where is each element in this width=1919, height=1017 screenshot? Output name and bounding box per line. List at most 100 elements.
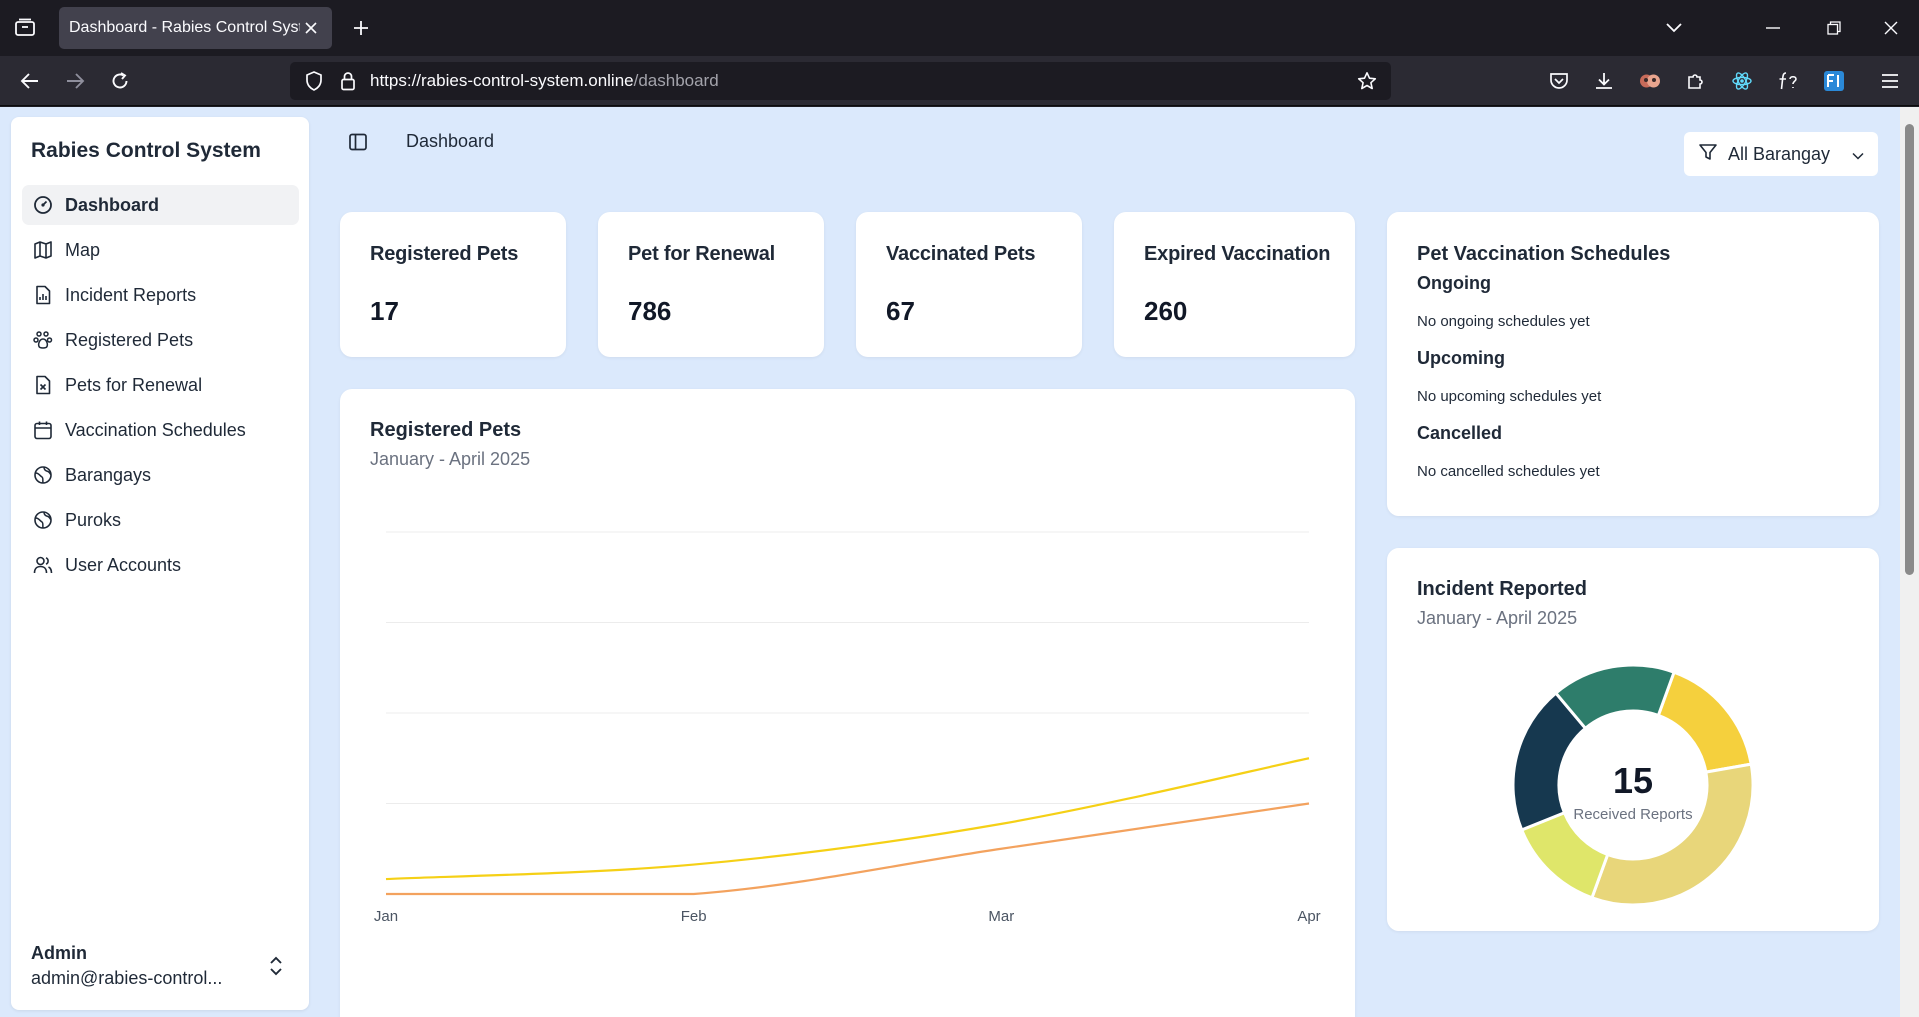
line-series-0 [385, 757, 1310, 881]
chevrons-up-down-icon[interactable] [265, 952, 287, 980]
x-tick-label: Jan [374, 908, 398, 925]
scrollbar-thumb[interactable] [1905, 124, 1914, 575]
sidebar-item-label: Barangays [65, 464, 152, 485]
lock-icon[interactable] [336, 69, 360, 93]
line-series-1 [386, 802, 1310, 896]
extensions-puzzle-icon[interactable] [1680, 65, 1712, 97]
globe-icon [33, 465, 53, 485]
stat-card-expired-vaccination: Expired Vaccination 260 [1114, 212, 1355, 357]
tab-list-icon[interactable] [10, 14, 40, 42]
sidebar-item-label: Incident Reports [65, 284, 197, 305]
stat-title: Registered Pets [370, 243, 519, 265]
chevron-down-icon[interactable] [1658, 12, 1690, 44]
x-tick-label: Mar [988, 908, 1014, 925]
file-x-icon [33, 375, 53, 395]
schedules-upcoming-heading: Upcoming [1417, 348, 1505, 368]
stat-card-registered-pets: Registered Pets 17 [340, 212, 566, 357]
sidebar-item-label: Registered Pets [65, 329, 194, 350]
new-tab-plus-icon[interactable] [347, 14, 375, 42]
download-icon[interactable] [1588, 65, 1620, 97]
page-scrollbar[interactable] [1900, 107, 1919, 1017]
stat-value: 67 [886, 296, 915, 326]
schedules-cancelled-heading: Cancelled [1417, 423, 1503, 443]
sidebar-item-puroks[interactable]: Puroks [22, 500, 299, 540]
registered-pets-chart-card: Registered Pets January - April 2025 Jan… [340, 389, 1355, 1017]
browser-tabbar: Dashboard - Rabies Control System [0, 0, 1919, 56]
sidebar-item-vaccination-schedules[interactable]: Vaccination Schedules [22, 410, 299, 450]
app-brand: Rabies Control System [31, 139, 261, 162]
fi-extension-icon[interactable] [1818, 65, 1850, 97]
x-tick-label: Feb [681, 908, 707, 925]
donut-center-value: 15 [1612, 760, 1654, 801]
user-profile[interactable]: Admin admin@rabies-control... [31, 943, 293, 989]
chevron-down-icon [1852, 144, 1864, 165]
schedules-cancelled-empty: No cancelled schedules yet [1417, 463, 1600, 480]
globe-icon [33, 510, 53, 530]
gauge-icon [33, 195, 53, 215]
sidebar-item-incident-reports[interactable]: Incident Reports [22, 275, 299, 315]
sidebar-item-label: Dashboard [65, 194, 160, 215]
sidebar-item-registered-pets[interactable]: Registered Pets [22, 320, 299, 360]
sidebar-toggle-icon[interactable] [345, 129, 371, 155]
address-bar[interactable]: https://rabies-control-system.online/das… [290, 62, 1391, 100]
stat-card-vaccinated-pets: Vaccinated Pets 67 [856, 212, 1082, 357]
profile-avatar-icon[interactable] [1634, 65, 1666, 97]
filter-label: All Barangay [1728, 143, 1831, 164]
paw-icon [33, 330, 53, 350]
stat-value: 17 [370, 296, 399, 326]
react-devtools-icon[interactable] [1726, 65, 1758, 97]
browser-tab-dashboard[interactable]: Dashboard - Rabies Control System [59, 7, 332, 49]
close-icon[interactable] [300, 17, 322, 39]
pocket-icon[interactable] [1543, 65, 1575, 97]
menu-hamburger-icon[interactable] [1874, 65, 1906, 97]
star-icon[interactable] [1355, 69, 1379, 93]
sidebar-item-barangays[interactable]: Barangays [22, 455, 299, 495]
schedules-title: Pet Vaccination Schedules [1417, 243, 1671, 265]
shield-icon[interactable] [302, 69, 326, 93]
sidebar-item-label: Pets for Renewal [65, 374, 203, 395]
window-close-icon[interactable] [1875, 12, 1907, 44]
users-icon [33, 555, 53, 575]
sidebar: Rabies Control System Dashboard Map Inci… [11, 117, 309, 1010]
page-title: Dashboard [406, 131, 495, 151]
back-arrow-icon[interactable] [14, 65, 46, 97]
stat-title: Expired Vaccination [1144, 243, 1331, 265]
incident-reported-card: Incident Reported January - April 2025 1… [1387, 548, 1879, 931]
calendar-icon [33, 420, 53, 440]
sidebar-item-pets-for-renewal[interactable]: Pets for Renewal [22, 365, 299, 405]
sidebar-menu: Dashboard Map Incident Reports Registere… [22, 185, 299, 590]
restore-icon[interactable] [1818, 12, 1850, 44]
tab-title: Dashboard - Rabies Control System [69, 19, 300, 36]
incident-donut-chart [1511, 663, 1755, 907]
url-host: https://rabies-control-system.online [370, 71, 634, 90]
barangay-filter-select[interactable]: All Barangay [1684, 132, 1878, 176]
map-icon [33, 240, 53, 260]
url-text: https://rabies-control-system.online/das… [370, 71, 1355, 91]
schedules-ongoing-empty: No ongoing schedules yet [1417, 313, 1590, 330]
user-email: admin@rabies-control... [31, 968, 223, 988]
sidebar-item-label: Puroks [65, 509, 122, 530]
stat-value: 260 [1144, 296, 1188, 326]
sidebar-item-label: User Accounts [65, 554, 182, 575]
vaccination-schedules-card: Pet Vaccination Schedules Ongoing No ong… [1387, 212, 1879, 516]
function-icon[interactable] [1772, 65, 1804, 97]
stat-value: 786 [628, 296, 672, 326]
file-chart-icon [33, 285, 53, 305]
reload-icon[interactable] [104, 65, 136, 97]
sidebar-item-label: Vaccination Schedules [65, 419, 246, 440]
x-tick-label: Apr [1297, 908, 1320, 925]
minimize-icon[interactable] [1757, 12, 1789, 44]
filter-icon [1698, 142, 1718, 167]
forward-arrow-icon[interactable] [59, 65, 91, 97]
stat-title: Vaccinated Pets [886, 243, 1036, 265]
stat-card-pet-for-renewal: Pet for Renewal 786 [598, 212, 824, 357]
stat-title: Pet for Renewal [628, 243, 776, 265]
sidebar-item-user-accounts[interactable]: User Accounts [22, 545, 299, 585]
sidebar-item-map[interactable]: Map [22, 230, 299, 270]
schedules-upcoming-empty: No upcoming schedules yet [1417, 388, 1602, 405]
sidebar-item-label: Map [65, 239, 101, 260]
schedules-ongoing-heading: Ongoing [1417, 273, 1491, 293]
url-path: /dashboard [633, 71, 719, 90]
sidebar-item-dashboard[interactable]: Dashboard [22, 185, 299, 225]
donut-slice-0 [1656, 670, 1753, 774]
